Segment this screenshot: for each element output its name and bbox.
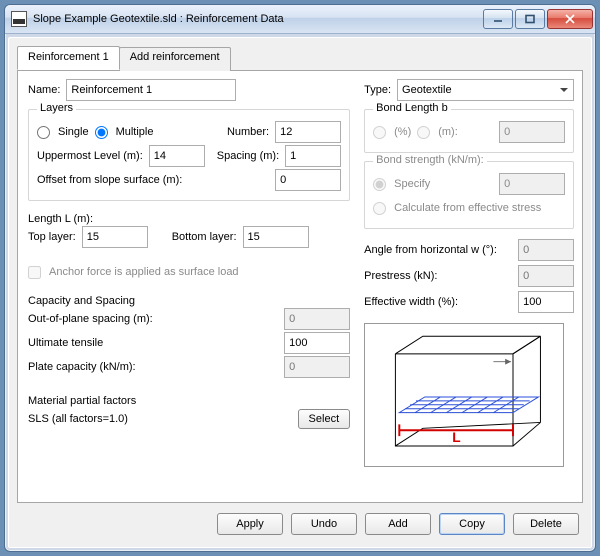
anchor-force-label: Anchor force is applied as surface load xyxy=(49,266,239,278)
name-label: Name: xyxy=(28,84,60,96)
bond-length-legend: Bond Length b xyxy=(373,102,451,114)
anchor-force-checkbox: Anchor force is applied as surface load xyxy=(28,266,239,279)
top-layer-input[interactable] xyxy=(82,226,148,248)
ult-label: Ultimate tensile xyxy=(28,337,103,349)
type-label: Type: xyxy=(364,84,391,96)
radio-multiple-label: Multiple xyxy=(116,126,154,138)
bond-value-input xyxy=(499,121,565,143)
offset-input[interactable] xyxy=(275,169,341,191)
specify-input xyxy=(499,173,565,195)
uppermost-label: Uppermost Level (m): xyxy=(37,150,143,162)
tab-label: Add reinforcement xyxy=(130,51,220,63)
bond-strength-legend: Bond strength (kN/m): xyxy=(373,154,487,166)
bottom-layer-label: Bottom layer: xyxy=(172,231,237,243)
select-button[interactable]: Select xyxy=(298,409,351,429)
app-icon xyxy=(11,11,27,27)
minimize-button[interactable] xyxy=(483,9,513,29)
tab-add-reinforcement[interactable]: Add reinforcement xyxy=(119,47,231,71)
radio-single-label: Single xyxy=(58,126,89,138)
add-button[interactable]: Add xyxy=(365,513,431,535)
plate-label: Plate capacity (kN/m): xyxy=(28,361,136,373)
number-label: Number: xyxy=(227,126,269,138)
tab-reinforcement-1[interactable]: Reinforcement 1 xyxy=(17,46,120,70)
footer: Apply Undo Add Copy Delete xyxy=(17,503,583,541)
bottom-layer-input[interactable] xyxy=(243,226,309,248)
group-bond-strength: Bond strength (kN/m): Specify Calculate … xyxy=(364,161,574,229)
plate-input xyxy=(284,356,350,378)
ult-input[interactable] xyxy=(284,332,350,354)
chevron-down-icon xyxy=(557,83,571,97)
maximize-button[interactable] xyxy=(515,9,545,29)
group-length: Length L (m): Top layer: Bottom layer: xyxy=(28,209,350,253)
spacing-input[interactable] xyxy=(285,145,341,167)
oop-input xyxy=(284,308,350,330)
length-legend: Length L (m): xyxy=(28,213,350,225)
name-input[interactable] xyxy=(66,79,236,101)
radio-multiple[interactable]: Multiple xyxy=(95,126,154,139)
capacity-legend: Capacity and Spacing xyxy=(28,295,350,307)
delete-button[interactable]: Delete xyxy=(513,513,579,535)
effwidth-input[interactable] xyxy=(518,291,574,313)
angle-label: Angle from horizontal w (°): xyxy=(364,244,497,256)
apply-button[interactable]: Apply xyxy=(217,513,283,535)
oop-label: Out-of-plane spacing (m): xyxy=(28,313,153,325)
type-value: Geotextile xyxy=(402,84,452,96)
offset-label: Offset from slope surface (m): xyxy=(37,174,182,186)
radio-bond-m: (m): xyxy=(417,126,458,139)
group-capacity: Capacity and Spacing Out-of-plane spacin… xyxy=(28,291,350,383)
tab-label: Reinforcement 1 xyxy=(28,51,109,63)
type-select[interactable]: Geotextile xyxy=(397,79,574,101)
undo-button[interactable]: Undo xyxy=(291,513,357,535)
group-layers: Layers Single Multiple Number: Uppermost… xyxy=(28,109,350,201)
specify-label: Specify xyxy=(394,178,430,190)
material-legend: Material partial factors xyxy=(28,395,350,407)
top-layer-label: Top layer: xyxy=(28,231,76,243)
close-button[interactable] xyxy=(547,9,593,29)
effwidth-label: Effective width (%): xyxy=(364,296,458,308)
radio-calculate: Calculate from effective stress xyxy=(373,202,541,215)
spacing-label: Spacing (m): xyxy=(217,150,279,162)
prestress-label: Prestress (kN): xyxy=(364,270,437,282)
titlebar[interactable]: Slope Example Geotextile.sld : Reinforce… xyxy=(5,5,595,34)
window-title: Slope Example Geotextile.sld : Reinforce… xyxy=(33,13,483,25)
group-bond-length: Bond Length b (%) (m): xyxy=(364,109,574,153)
panel: Name: Layers Single Multiple Number: Upp… xyxy=(17,71,583,503)
angle-input xyxy=(518,239,574,261)
prestress-input xyxy=(518,265,574,287)
uppermost-input[interactable] xyxy=(149,145,205,167)
group-material: Material partial factors SLS (all factor… xyxy=(28,391,350,435)
radio-single[interactable]: Single xyxy=(37,126,89,139)
diagram: L xyxy=(364,323,564,467)
bond-m-label: (m): xyxy=(438,126,458,138)
sls-label: SLS (all factors=1.0) xyxy=(28,413,128,425)
diagram-L-label: L xyxy=(452,430,460,445)
legend-layers: Layers xyxy=(37,102,76,114)
copy-button[interactable]: Copy xyxy=(439,513,505,535)
number-input[interactable] xyxy=(275,121,341,143)
calc-label: Calculate from effective stress xyxy=(394,202,541,214)
radio-bond-pct: (%) xyxy=(373,126,411,139)
radio-specify: Specify xyxy=(373,178,430,191)
bond-pct-label: (%) xyxy=(394,126,411,138)
